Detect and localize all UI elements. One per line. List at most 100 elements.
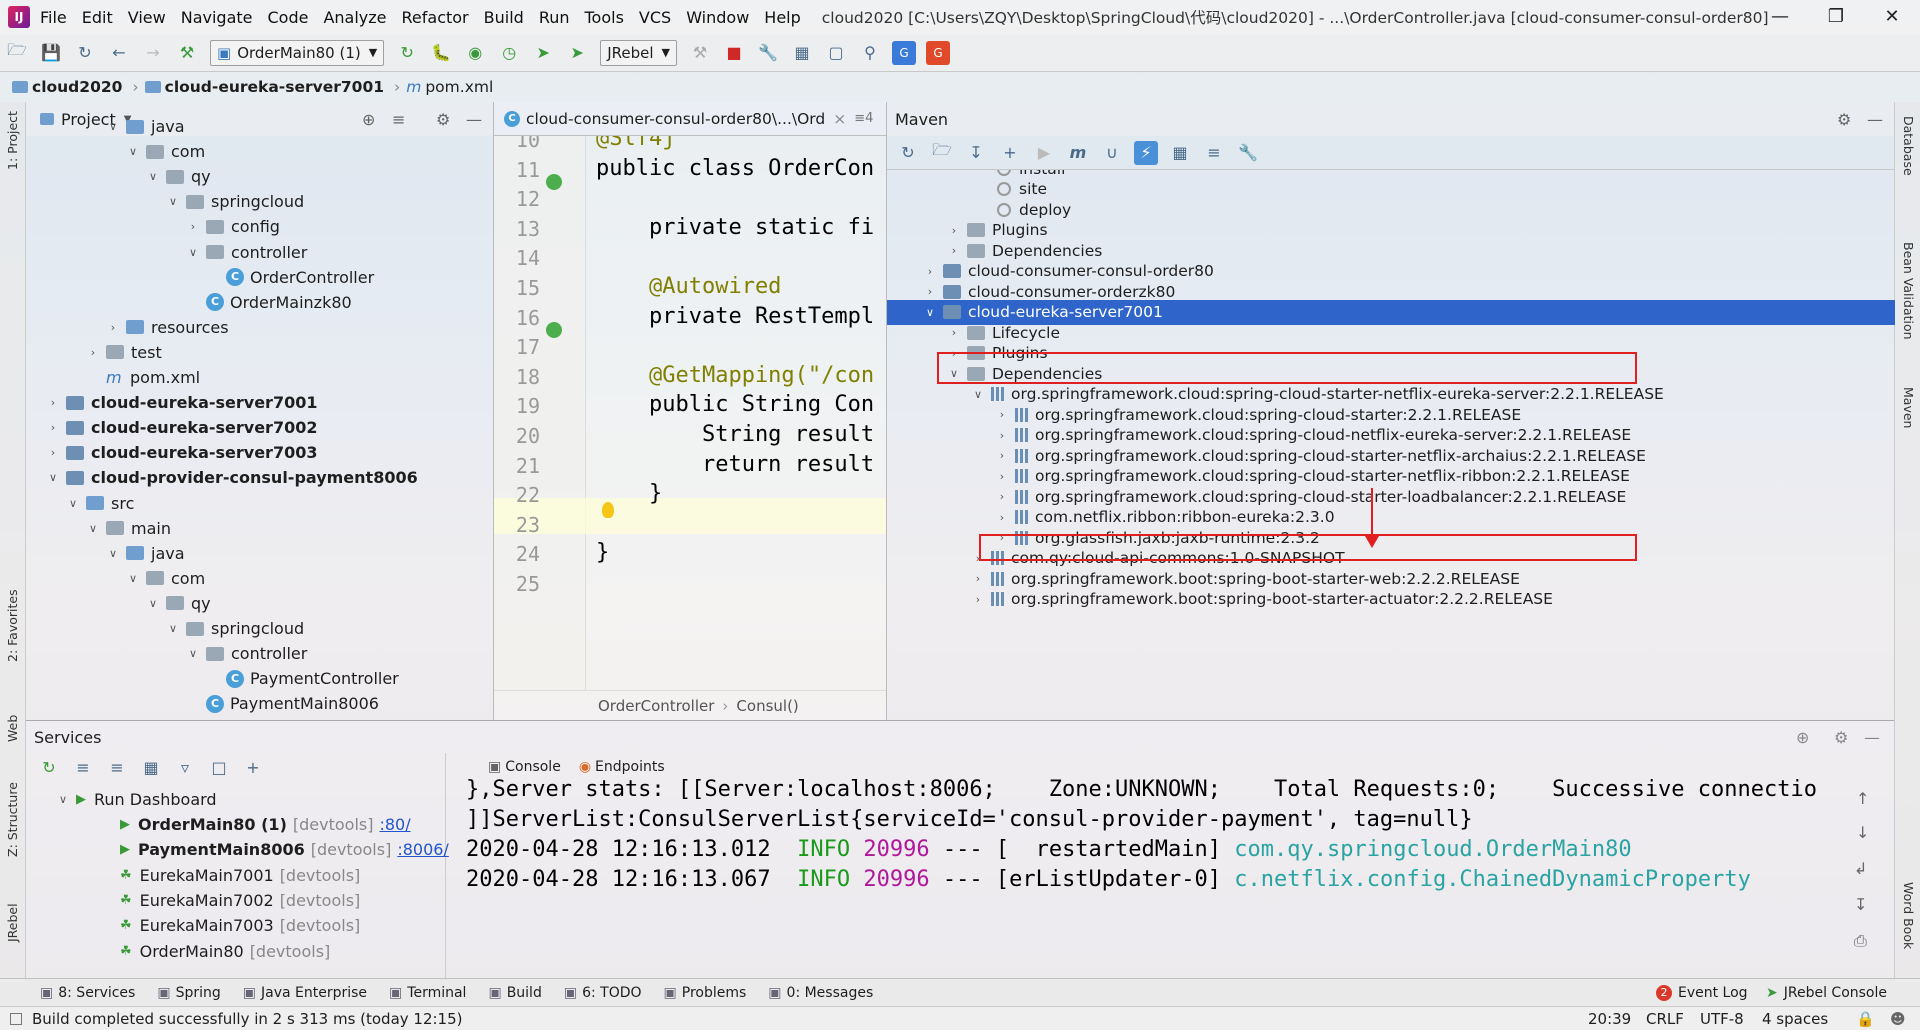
chevron-right-icon[interactable]: › [971,593,985,606]
tree-item[interactable]: ∨ main [86,516,171,541]
tab-count-badge[interactable]: ≡4 [854,111,873,126]
chevron-right-icon[interactable]: › [995,449,1009,462]
gear-icon[interactable]: ⚙ [436,110,450,129]
run-icon[interactable]: ▶ [1032,141,1056,165]
stop-icon[interactable]: ■ [722,41,746,65]
project-structure-icon[interactable]: ▦ [790,41,814,65]
event-log[interactable]: 2 Event Log [1656,984,1748,1001]
add-icon[interactable]: + [998,141,1022,165]
execute-goal-icon[interactable]: m [1066,141,1090,165]
chevron-right-icon[interactable]: › [995,408,1009,421]
menu-item-analyze[interactable]: Analyze [323,8,386,27]
database-tool-tab[interactable]: Database [1901,116,1916,176]
chevron-down-icon[interactable]: ∨ [186,647,200,660]
service-item[interactable]: ☘ EurekaMain7003 [devtools] [120,913,360,938]
menu-item-edit[interactable]: Edit [82,8,113,27]
collapse-all-icon[interactable]: ≡ [105,755,129,779]
translate-icon[interactable]: G [892,40,916,65]
bottom-tab-6-todo[interactable]: ▣ 6: TODO [564,985,642,1001]
locate-icon[interactable]: ⊕ [362,110,375,129]
gear-icon[interactable]: ⚙ [1834,728,1848,747]
chevron-down-icon[interactable]: ∨ [166,622,180,635]
hide-icon[interactable]: — [466,110,482,129]
bottom-tab-terminal[interactable]: ▣ Terminal [389,985,466,1001]
tree-item[interactable]: ∨ java [106,114,185,139]
service-item[interactable]: ☘ EurekaMain7002 [devtools] [120,888,360,913]
menu-item-run[interactable]: Run [539,8,570,27]
chevron-right-icon[interactable]: › [947,224,961,237]
chevron-down-icon[interactable]: ∨ [86,522,100,535]
chevron-down-icon[interactable]: ∨ [166,195,180,208]
skip-tests-icon[interactable]: ⚡ [1134,140,1158,165]
menu-item-refactor[interactable]: Refactor [402,8,469,27]
menu-item-window[interactable]: Window [686,8,749,27]
maven-tree-item[interactable]: › org.springframework.boot:spring-boot-st… [887,587,1895,612]
editor-breadcrumb-class[interactable]: OrderController [598,697,714,715]
tree-item[interactable]: ∨ cloud-provider-consul-payment8006 [46,465,418,490]
breadcrumb-item-file[interactable]: pom.xml [425,78,493,96]
jrebel-debug-icon[interactable]: ➤ [565,41,589,65]
chevron-down-icon[interactable]: ∨ [66,497,80,510]
hide-icon[interactable]: — [1864,728,1880,747]
bottom-tab-java-enterprise[interactable]: ▣ Java Enterprise [243,985,367,1001]
toggle-offline-icon[interactable]: ∪ [1100,141,1124,165]
breadcrumb-item-module[interactable]: cloud-eureka-server7001 [165,78,384,96]
rerun-icon[interactable]: ↻ [395,41,419,65]
tree-item[interactable]: ∨ com [126,139,205,164]
settings-wrench-icon[interactable]: 🔧 [1236,141,1260,165]
sync-icon[interactable]: ↻ [73,41,97,65]
tab-console[interactable]: Console [505,759,561,775]
editor-tab[interactable]: C cloud-consumer-consul-order80\...\Ord … [494,102,886,136]
tree-item[interactable]: ∨ src [66,491,134,516]
bean-icon[interactable] [546,174,562,190]
lock-icon[interactable]: 🔒 [1856,1010,1875,1028]
print-icon[interactable]: ⎙ [1854,931,1867,951]
jrebel-tool-tab[interactable]: JRebel [5,903,20,942]
tree-item[interactable]: m pom.xml [86,365,200,390]
tree-item[interactable]: ∨ controller [186,641,307,666]
expand-all-icon[interactable]: ≡ [71,755,95,779]
forward-icon[interactable]: → [141,41,165,65]
chevron-down-icon[interactable]: ∨ [126,145,140,158]
soft-wrap-icon[interactable]: ↲ [1854,859,1867,878]
layout-icon[interactable]: ▢ [824,41,848,65]
download-icon[interactable]: ↧ [964,141,988,165]
tab-endpoints[interactable]: Endpoints [595,759,665,775]
menu-item-vcs[interactable]: VCS [639,8,671,27]
run-dashboard-node[interactable]: ∨ ▶ Run Dashboard [56,787,217,812]
chevron-down-icon[interactable]: ∨ [46,471,60,484]
menu-item-navigate[interactable]: Navigate [181,8,253,27]
service-port-link[interactable]: :8006/ [397,840,449,859]
tree-item[interactable]: ∨ qy [146,164,211,189]
jrebel-run-icon[interactable]: ➤ [531,41,555,65]
line-separator[interactable]: CRLF [1646,1010,1684,1028]
menu-item-view[interactable]: View [128,8,166,27]
settings-wrench-icon[interactable]: 🔧 [756,41,780,65]
hammer-icon[interactable]: ⚒ [688,41,712,65]
chevron-right-icon[interactable]: › [46,396,60,409]
chevron-right-icon[interactable]: › [947,244,961,257]
collapse-all-icon[interactable]: ≡ [1202,141,1226,165]
file-encoding[interactable]: UTF-8 [1700,1010,1744,1028]
tree-item[interactable]: C PaymentMain8006 [186,691,379,716]
minimize-icon[interactable]: — [1752,0,1808,34]
tree-item[interactable]: › cloud-eureka-server7003 [46,440,318,465]
bottom-tab-0-messages[interactable]: ▣ 0: Messages [768,985,873,1001]
jrebel-select[interactable]: JRebel ▼ [600,39,677,66]
chevron-down-icon[interactable]: ∨ [186,246,200,259]
bottom-tab-8-services[interactable]: ▣ 8: Services [40,985,135,1001]
chevron-down-icon[interactable]: ∨ [146,597,160,610]
save-icon[interactable]: 💾 [39,41,63,65]
chevron-down-icon[interactable]: ∨ [56,793,70,806]
translate-alt-icon[interactable]: G [926,40,950,65]
scroll-up-icon[interactable]: ↑ [1856,789,1869,808]
tree-item[interactable]: › config [186,214,280,239]
tree-item[interactable]: ∨ controller [186,240,307,265]
bottom-tab-build[interactable]: ▣ Build [488,985,541,1001]
chevron-right-icon[interactable]: › [995,429,1009,442]
collapse-all-icon[interactable]: ≡ [392,110,405,129]
chevron-down-icon[interactable]: ∨ [106,547,120,560]
filter-icon[interactable]: ▿ [173,755,197,779]
tree-item[interactable]: ∨ com [126,566,205,591]
profile-icon[interactable]: ◷ [497,41,521,65]
